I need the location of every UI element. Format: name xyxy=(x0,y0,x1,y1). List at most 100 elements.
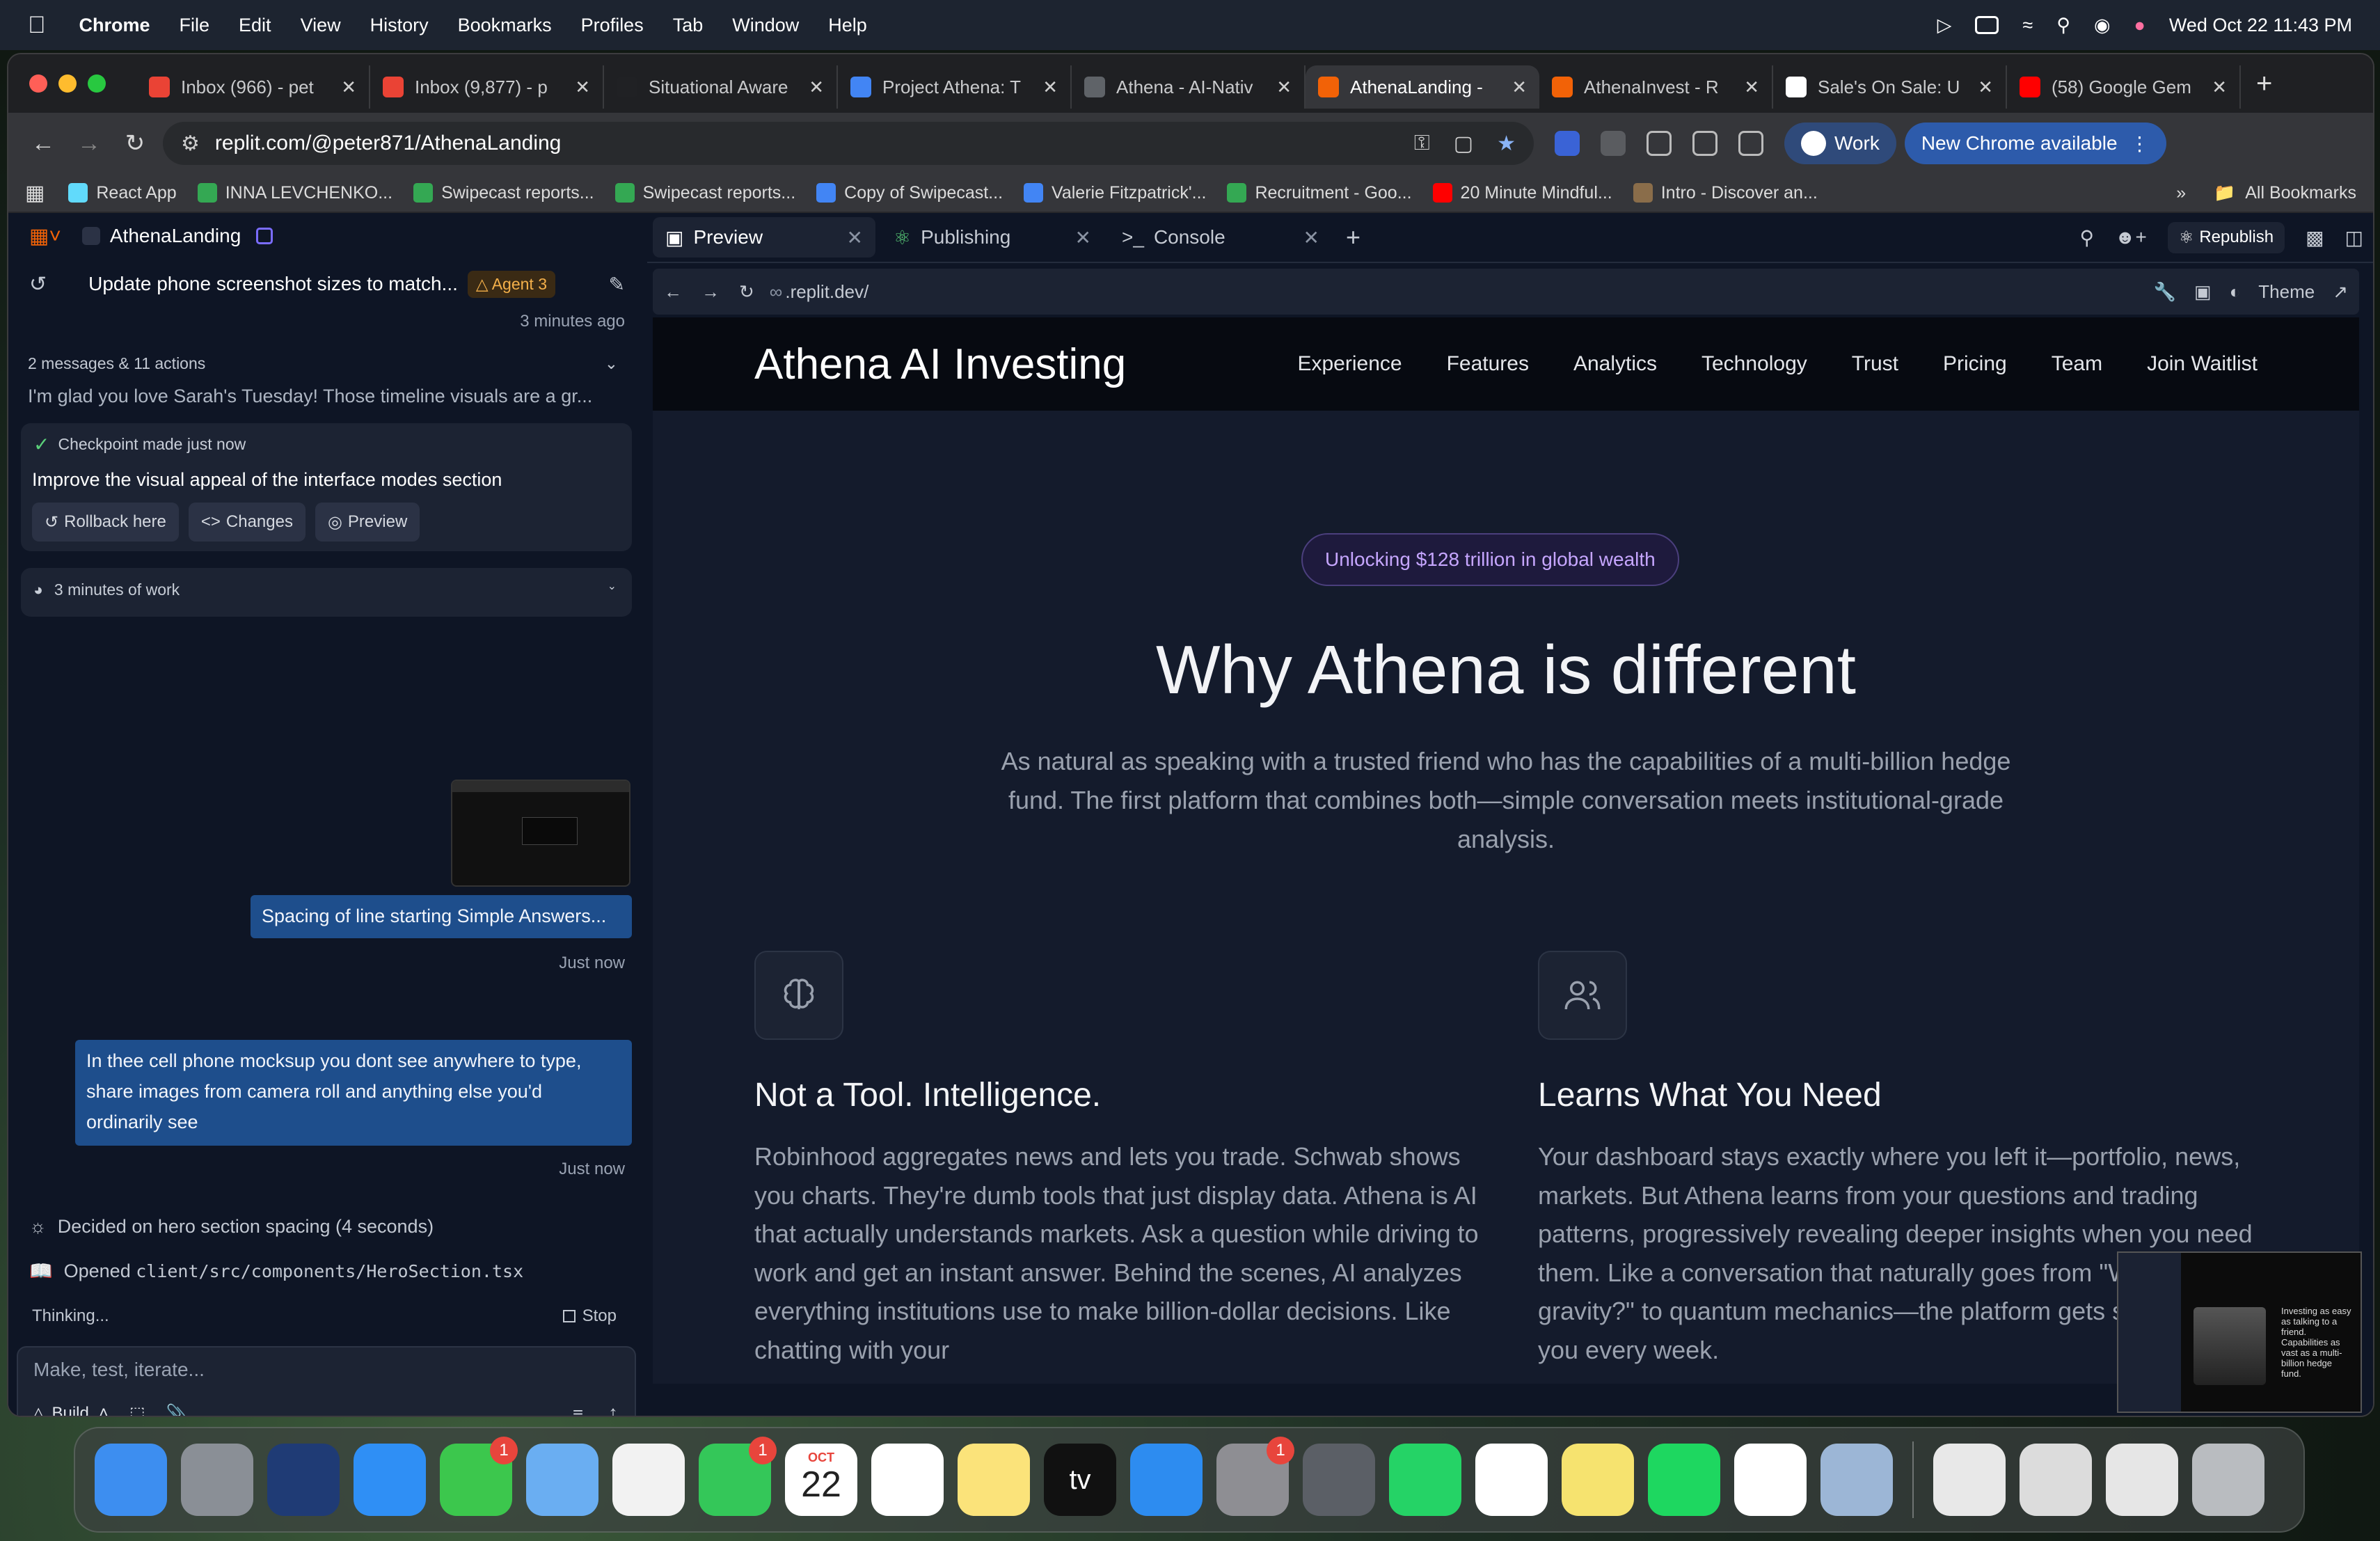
bookmark-item[interactable]: Swipecast reports... xyxy=(614,183,795,203)
close-tab-icon[interactable]: ✕ xyxy=(341,77,356,98)
spotlight-search-icon[interactable]: ⚲ xyxy=(2056,15,2070,36)
close-tab-icon[interactable]: ✕ xyxy=(809,77,824,98)
new-tab-button[interactable]: + xyxy=(2256,68,2272,100)
attach-icon[interactable]: 📎 xyxy=(166,1403,187,1416)
chrome-icon[interactable] xyxy=(1734,1444,1807,1516)
notes-icon[interactable] xyxy=(958,1444,1030,1516)
site-nav-link[interactable]: Features xyxy=(1447,352,1529,376)
layout-toggle-icon[interactable]: ◫ xyxy=(2345,226,2363,249)
menu-file[interactable]: File xyxy=(180,15,210,36)
forward-arrow-icon[interactable]: → xyxy=(701,281,720,303)
reload-icon[interactable]: ↻ xyxy=(117,125,153,161)
close-icon[interactable]: ✕ xyxy=(847,226,863,249)
close-icon[interactable]: ✕ xyxy=(1303,226,1319,249)
summary-header[interactable]: 2 messages & 11 actions ⌄ xyxy=(28,349,625,377)
close-tab-icon[interactable]: ✕ xyxy=(575,77,590,98)
more-vert-icon[interactable]: ⋮ xyxy=(2130,132,2150,155)
app-store-icon[interactable] xyxy=(1130,1444,1203,1516)
trash-icon[interactable] xyxy=(2192,1444,2264,1516)
window-icon[interactable]: ▩ xyxy=(2306,226,2324,249)
photos-icon[interactable] xyxy=(612,1444,685,1516)
action-opened-path[interactable]: client/src/components/HeroSection.tsx xyxy=(136,1261,523,1281)
extension-icon[interactable] xyxy=(1601,131,1626,156)
bookmark-item[interactable]: Valerie Fitzpatrick'... xyxy=(1024,183,1206,203)
send-arrow-icon[interactable]: ↑ xyxy=(608,1402,618,1416)
back-arrow-icon[interactable]: ← xyxy=(664,281,682,303)
browser-tab[interactable]: Situational Aware ✕ xyxy=(604,65,838,109)
slack-icon[interactable] xyxy=(1475,1444,1548,1516)
project-name[interactable]: AthenaLanding xyxy=(110,225,241,247)
control-center-icon[interactable]: ◉ xyxy=(2094,15,2111,36)
theme-palette-icon[interactable]: ◐ xyxy=(2230,281,2241,303)
tab-search-icon[interactable] xyxy=(1692,131,1717,156)
site-nav-link[interactable]: Team xyxy=(2052,352,2102,376)
finder-icon[interactable] xyxy=(95,1444,167,1516)
extensions-puzzle-icon[interactable] xyxy=(1647,131,1672,156)
menu-tab[interactable]: Tab xyxy=(673,15,704,36)
browser-tab[interactable]: Inbox (9,877) - p ✕ xyxy=(370,65,604,109)
close-tab-icon[interactable]: ✕ xyxy=(1276,77,1292,98)
paper-plane-icon[interactable] xyxy=(267,1444,340,1516)
bookmark-item[interactable]: React App xyxy=(68,183,177,203)
menu-view[interactable]: View xyxy=(301,15,341,36)
wifi-icon[interactable]: ≈ xyxy=(2022,15,2033,36)
forward-arrow-icon[interactable]: → xyxy=(71,125,107,161)
close-tab-icon[interactable]: ✕ xyxy=(2212,77,2227,98)
open-external-icon[interactable]: ↗ xyxy=(2333,281,2348,303)
install-app-icon[interactable]: ▢ xyxy=(1454,132,1473,156)
chevron-down-icon[interactable]: ⌄ xyxy=(608,579,617,593)
close-tab-icon[interactable]: ✕ xyxy=(1978,77,1993,98)
browser-tab[interactable]: Project Athena: T ✕ xyxy=(838,65,1072,109)
safari-icon[interactable] xyxy=(354,1444,426,1516)
build-mode-button[interactable]: △ Build ˄ xyxy=(32,1403,109,1416)
site-nav-link[interactable]: Technology xyxy=(1701,352,1807,376)
agent-input-placeholder[interactable]: Make, test, iterate... xyxy=(33,1359,205,1381)
history-icon[interactable]: ↺ xyxy=(29,272,47,297)
preview-icon[interactable] xyxy=(1820,1444,1893,1516)
siri-icon[interactable]: ● xyxy=(2134,15,2145,36)
bookmark-item[interactable]: Recruitment - Goo... xyxy=(1227,183,1412,203)
browser-tab[interactable]: Athena - AI-Nativ ✕ xyxy=(1072,65,1306,109)
invite-user-icon[interactable]: ☻+ xyxy=(2115,226,2147,248)
bookmark-item[interactable]: INNA LEVCHENKO... xyxy=(197,183,392,203)
replit-logo-icon[interactable]: ▦˅ xyxy=(29,224,61,248)
browser-tab[interactable]: AthenaLanding - ✕ xyxy=(1306,65,1539,109)
browser-tab[interactable]: AthenaInvest - R ✕ xyxy=(1539,65,1773,109)
maps-icon[interactable] xyxy=(526,1444,598,1516)
close-tab-icon[interactable]: ✕ xyxy=(1512,77,1527,98)
messages-icon[interactable]: 1 xyxy=(440,1437,518,1516)
rollback-button[interactable]: ↺ Rollback here xyxy=(32,503,179,542)
search-icon[interactable]: ⚲ xyxy=(2079,226,2094,249)
close-icon[interactable]: ✕ xyxy=(1075,226,1091,249)
document-stack-icon[interactable] xyxy=(1933,1444,2006,1516)
zoom-window-button[interactable] xyxy=(88,74,106,93)
battery-icon[interactable] xyxy=(1975,16,1999,34)
browser-tab[interactable]: Inbox (966) - pet ✕ xyxy=(136,65,370,109)
stop-button[interactable]: Stop xyxy=(562,1306,617,1326)
bookmark-item[interactable]: Intro - Discover an... xyxy=(1633,183,1818,203)
site-nav-link[interactable]: Trust xyxy=(1852,352,1898,376)
bookmark-item[interactable]: Swipecast reports... xyxy=(413,183,594,203)
update-chrome-button[interactable]: New Chrome available ⋮ xyxy=(1904,123,2166,164)
tab-preview[interactable]: ▣ Preview ✕ xyxy=(653,217,875,258)
close-window-button[interactable] xyxy=(29,74,47,93)
spotify-icon[interactable] xyxy=(1648,1444,1720,1516)
site-info-icon[interactable]: ⚙ xyxy=(181,132,200,156)
facetime-icon[interactable]: 1 xyxy=(699,1437,777,1516)
bookmark-item[interactable]: 20 Minute Mindful... xyxy=(1432,183,1612,203)
new-chat-icon[interactable]: ✎ xyxy=(609,273,625,296)
thread-title[interactable]: Update phone screenshot sizes to match..… xyxy=(88,273,458,295)
reload-icon[interactable]: ↻ xyxy=(739,281,754,303)
launchpad-icon[interactable] xyxy=(181,1444,253,1516)
menu-help[interactable]: Help xyxy=(828,15,867,36)
work-duration-row[interactable]: ◕ 3 minutes of work ⌄ xyxy=(21,568,632,617)
whatsapp-icon[interactable] xyxy=(1389,1444,1461,1516)
menu-bookmarks[interactable]: Bookmarks xyxy=(458,15,552,36)
iphone-mirroring-icon[interactable] xyxy=(1303,1444,1375,1516)
close-tab-icon[interactable]: ✕ xyxy=(1042,77,1058,98)
select-element-icon[interactable]: ⬚ xyxy=(129,1403,145,1416)
menu-history[interactable]: History xyxy=(370,15,429,36)
settings-sliders-icon[interactable]: ≡ xyxy=(573,1403,583,1416)
devices-icon[interactable]: ▣ xyxy=(2194,281,2212,303)
spreadsheet-thumbnail-icon[interactable] xyxy=(2106,1444,2178,1516)
